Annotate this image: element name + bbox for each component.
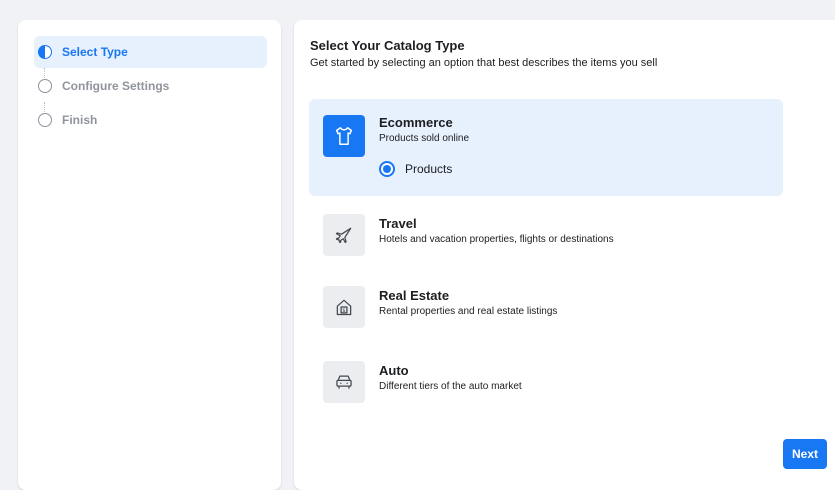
option-auto[interactable]: Auto Different tiers of the auto market [309, 355, 783, 415]
step-finish[interactable]: Finish [34, 104, 267, 136]
option-description: Different tiers of the auto market [379, 381, 522, 392]
page-subtitle: Get started by selecting an option that … [310, 57, 658, 69]
steps-sidebar: Select Type Configure Settings Finish [18, 20, 281, 490]
option-real-estate[interactable]: $ Real Estate Rental properties and real… [309, 280, 783, 340]
option-description: Products sold online [379, 133, 470, 144]
step-select-type[interactable]: Select Type [34, 36, 267, 68]
option-title: Auto [379, 363, 409, 378]
step-configure-settings[interactable]: Configure Settings [34, 70, 267, 102]
step-label: Select Type [62, 45, 128, 59]
products-radio-option[interactable]: Products [379, 161, 452, 177]
car-icon [323, 361, 365, 403]
radio-label: Products [405, 162, 453, 176]
next-button[interactable]: Next [783, 439, 827, 469]
option-title: Ecommerce [379, 115, 453, 130]
step-circle-icon [38, 79, 52, 93]
option-description: Rental properties and real estate listin… [379, 306, 558, 317]
step-label: Finish [62, 113, 98, 127]
products-radio[interactable] [379, 161, 395, 177]
airplane-icon [323, 214, 365, 256]
house-dollar-icon: $ [323, 286, 365, 328]
option-description: Hotels and vacation properties, flights … [379, 234, 614, 245]
tshirt-icon [323, 115, 365, 157]
option-title: Travel [379, 216, 417, 231]
option-ecommerce[interactable]: Ecommerce Products sold online Products [309, 99, 783, 196]
page-title: Select Your Catalog Type [310, 38, 465, 53]
option-travel[interactable]: Travel Hotels and vacation properties, f… [309, 208, 783, 268]
catalog-type-panel: Select Your Catalog Type Get started by … [294, 20, 835, 490]
step-circle-icon [38, 113, 52, 127]
option-title: Real Estate [379, 288, 450, 303]
step-progress-icon [38, 45, 52, 59]
step-label: Configure Settings [62, 79, 170, 93]
svg-text:$: $ [342, 308, 345, 314]
